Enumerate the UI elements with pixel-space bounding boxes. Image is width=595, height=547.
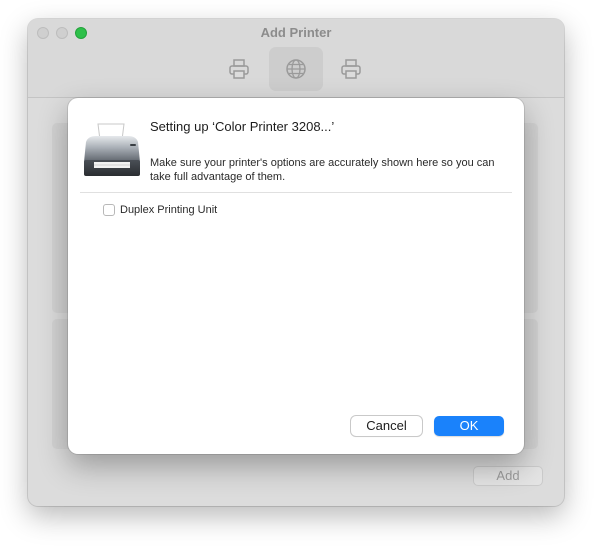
add-button[interactable]: Add [473, 466, 543, 486]
ok-button[interactable]: OK [434, 416, 504, 436]
printer-windows-icon [341, 59, 361, 79]
divider [80, 192, 512, 193]
window-title: Add Printer [260, 25, 332, 40]
printer-icon [84, 123, 140, 176]
sheet-title: Setting up ‘Color Printer 3208...’ [150, 119, 335, 134]
sheet-description: Make sure your printer's options are acc… [150, 157, 495, 183]
option-duplex-row[interactable]: Duplex Printing Unit [103, 204, 217, 216]
screen: Add Printer Add Setting up ‘Color Printe… [0, 0, 595, 547]
globe-icon [286, 59, 306, 79]
duplex-label: Duplex Printing Unit [120, 204, 218, 216]
toolbar-windows-button[interactable] [324, 47, 378, 91]
duplex-checkbox[interactable] [103, 204, 115, 216]
window-titlebar: Add Printer [28, 19, 564, 98]
cancel-button[interactable]: Cancel [351, 416, 422, 436]
setup-sheet: Setting up ‘Color Printer 3208...’ Make … [68, 98, 524, 454]
printer-icon [229, 59, 249, 79]
toolbar-default-button[interactable] [212, 47, 266, 91]
toolbar-ip-button[interactable] [269, 47, 323, 91]
